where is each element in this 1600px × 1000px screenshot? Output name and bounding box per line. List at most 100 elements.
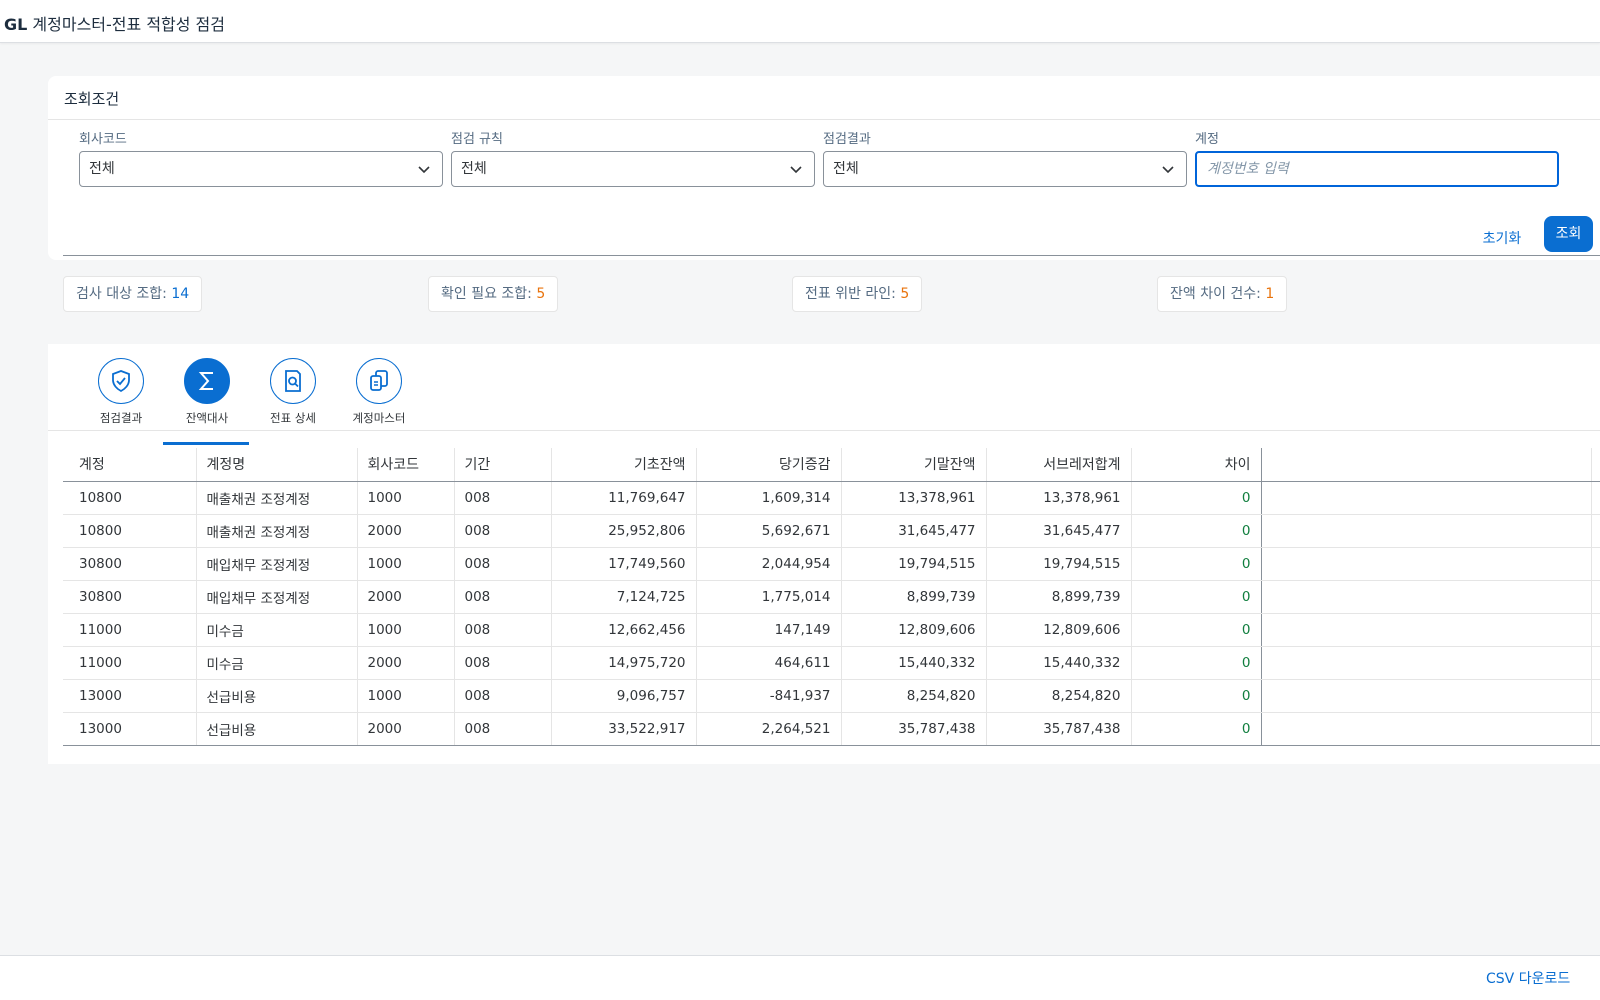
table-row[interactable]: 11000 미수금 1000 008 12,662,456 147,149 12,809,6… <box>63 613 1600 647</box>
table-row[interactable]: 30800 매입채무 조정계정 2000 008 7,124,725 1,775,014 8… <box>63 580 1600 614</box>
table-cell: 33,522,917 <box>551 712 697 746</box>
table-cell-empty <box>1591 547 1600 581</box>
table-cell: 19,794,515 <box>841 547 987 581</box>
tab-account-master[interactable]: 계정마스터 <box>335 358 423 426</box>
summary-value: 5 <box>900 286 910 302</box>
table-cell: 12,809,606 <box>986 613 1132 647</box>
table-cell: 008 <box>454 481 552 515</box>
table-cell: 35,787,438 <box>986 712 1132 746</box>
summary-badge-balance-diff: 잔액 차이 건수: 1 <box>1157 276 1288 312</box>
table-cell: 1000 <box>357 547 455 581</box>
table-cell: 464,611 <box>696 646 842 680</box>
table-cell: 10800 <box>63 514 197 548</box>
col-header-difference[interactable]: 차이 <box>1131 448 1262 482</box>
table-cell: 2000 <box>357 514 455 548</box>
table-cell: 11000 <box>63 613 197 647</box>
col-header-opening-balance[interactable]: 기초잔액 <box>551 448 697 482</box>
table-cell: 008 <box>454 613 552 647</box>
table-row[interactable]: 10800 매출채권 조정계정 1000 008 11,769,647 1,609,314… <box>63 481 1600 515</box>
table-cell-empty <box>1591 712 1600 746</box>
account-label: 계정 <box>1195 132 1219 147</box>
table-cell-empty <box>1591 580 1600 614</box>
table-cell: 13000 <box>63 679 197 713</box>
page-title: GL 계정마스터-전표 적합성 점검 <box>4 15 225 34</box>
table-cell: 14,975,720 <box>551 646 697 680</box>
table-cell: 8,899,739 <box>986 580 1132 614</box>
table-cell: 선급비용 <box>196 712 358 746</box>
account-input[interactable]: 계정번호 입력 <box>1195 151 1559 187</box>
table-row[interactable]: 11000 미수금 2000 008 14,975,720 464,611 15,440,3… <box>63 646 1600 680</box>
check-result-field: 점검결과 전체 <box>823 129 1187 187</box>
table-row[interactable]: 30800 매입채무 조정계정 1000 008 17,749,560 2,044,954… <box>63 547 1600 581</box>
table-row[interactable]: 10800 매출채권 조정계정 2000 008 25,952,806 5,692,671… <box>63 514 1600 548</box>
footer-bar: CSV 다운로드 <box>0 955 1600 1000</box>
table-cell: 0 <box>1131 613 1262 647</box>
chevron-down-icon <box>790 166 802 174</box>
table-cell: 0 <box>1131 514 1262 548</box>
table-cell: 2000 <box>357 580 455 614</box>
col-header-closing-balance[interactable]: 기말잔액 <box>841 448 987 482</box>
table-cell: 17,749,560 <box>551 547 697 581</box>
table-cell-empty <box>1591 613 1600 647</box>
table-cell: 5,692,671 <box>696 514 842 548</box>
table-cell-empty <box>1261 613 1592 647</box>
check-result-label: 점검결과 <box>823 132 871 147</box>
tab-voucher-detail[interactable]: 전표 상세 <box>249 358 337 426</box>
table-cell-empty <box>1261 514 1592 548</box>
tab-check-results[interactable]: 점검결과 <box>77 358 165 426</box>
table-cell: 19,794,515 <box>986 547 1132 581</box>
summary-value: 5 <box>536 286 546 302</box>
table-cell: 미수금 <box>196 646 358 680</box>
company-code-field: 회사코드 전체 <box>79 129 443 187</box>
table-cell: 1000 <box>357 679 455 713</box>
table-cell: 8,254,820 <box>986 679 1132 713</box>
document-search-icon <box>285 370 301 392</box>
table-cell: 008 <box>454 712 552 746</box>
check-rule-field: 점검 규칙 전체 <box>451 129 815 187</box>
table-cell: 12,662,456 <box>551 613 697 647</box>
table-cell: 2,264,521 <box>696 712 842 746</box>
summary-badge-targets: 검사 대상 조합: 14 <box>63 276 203 312</box>
summary-badge-violations: 전표 위반 라인: 5 <box>792 276 923 312</box>
account-field: 계정 계정번호 입력 <box>1195 129 1559 187</box>
csv-download-button[interactable]: CSV 다운로드 <box>1486 968 1570 988</box>
table-cell: 1000 <box>357 481 455 515</box>
active-tab-indicator <box>163 442 249 445</box>
col-header-company-code[interactable]: 회사코드 <box>357 448 455 482</box>
col-header-period[interactable]: 기간 <box>454 448 552 482</box>
divider <box>63 255 1600 256</box>
tab-label: 계정마스터 <box>352 411 406 425</box>
table-cell: 0 <box>1131 547 1262 581</box>
table-cell: 7,124,725 <box>551 580 697 614</box>
table-cell: 008 <box>454 580 552 614</box>
check-result-select[interactable]: 전체 <box>823 151 1187 187</box>
company-code-select[interactable]: 전체 <box>79 151 443 187</box>
col-header-account[interactable]: 계정 <box>63 448 197 482</box>
balance-table: 계정 계정명 회사코드 기간 기초잔액 당기증감 기말잔액 서브레저합계 차이 … <box>63 448 1600 746</box>
table-cell: 2000 <box>357 646 455 680</box>
divider <box>48 119 1600 120</box>
table-cell: 13000 <box>63 712 197 746</box>
col-header-subledger-total[interactable]: 서브레저합계 <box>986 448 1132 482</box>
table-cell: 매입채무 조정계정 <box>196 580 358 614</box>
check-rule-value: 전체 <box>461 161 487 177</box>
table-row[interactable]: 13000 선급비용 2000 008 33,522,917 2,264,521 35,78… <box>63 712 1600 746</box>
table-cell: 미수금 <box>196 613 358 647</box>
table-cell: 8,899,739 <box>841 580 987 614</box>
table-cell-empty <box>1261 580 1592 614</box>
table-cell: 매출채권 조정계정 <box>196 481 358 515</box>
check-rule-select[interactable]: 전체 <box>451 151 815 187</box>
search-button[interactable]: 조회 <box>1544 216 1593 252</box>
col-header-period-change[interactable]: 당기증감 <box>696 448 842 482</box>
reset-button[interactable]: 초기화 <box>1476 222 1528 256</box>
table-cell: 2000 <box>357 712 455 746</box>
table-cell-empty <box>1261 712 1592 746</box>
company-code-label: 회사코드 <box>79 132 127 147</box>
tab-label: 잔액대사 <box>185 411 229 425</box>
table-cell: 0 <box>1131 646 1262 680</box>
tab-balance-reconciliation[interactable]: 잔액대사 <box>163 358 251 445</box>
table-cell: 008 <box>454 514 552 548</box>
col-header-account-name[interactable]: 계정명 <box>196 448 358 482</box>
table-row[interactable]: 13000 선급비용 1000 008 9,096,757 -841,937 8,254,8… <box>63 679 1600 713</box>
table-cell: 008 <box>454 547 552 581</box>
